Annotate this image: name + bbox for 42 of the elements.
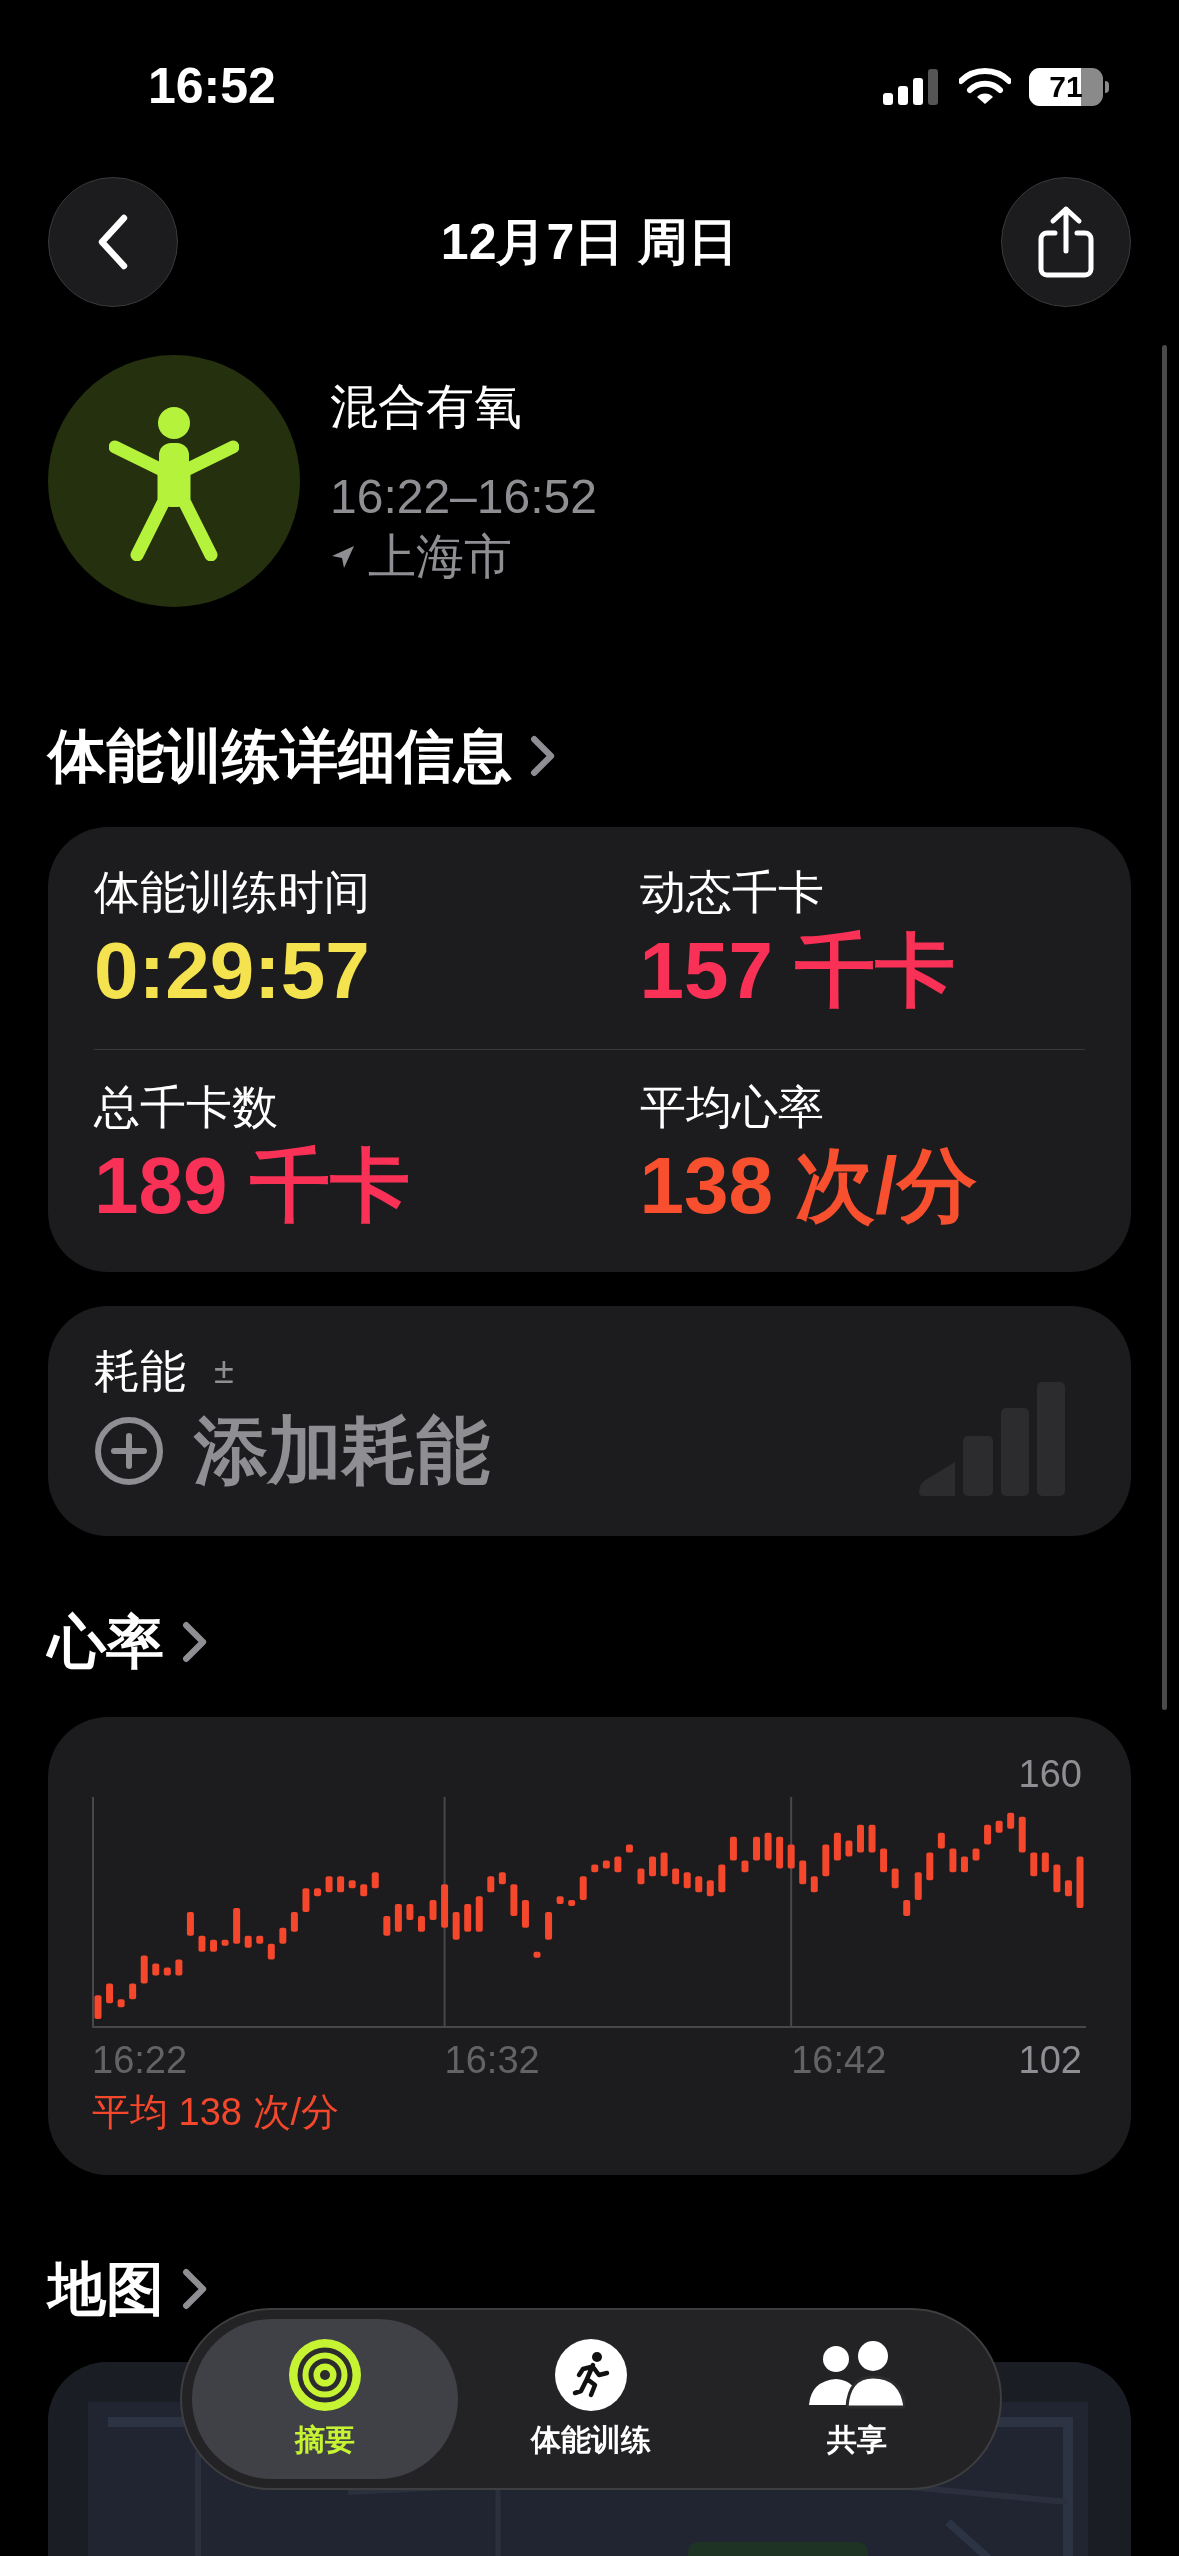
runner-icon [555,2339,627,2411]
status-time: 16:52 [148,57,276,116]
metric-value: 138 次/分 [639,1140,979,1232]
tab-item[interactable]: 共享 [724,2319,990,2479]
add-icon [94,1416,164,1486]
metric-label: 平均心率 [639,1080,825,1135]
share-icon [1037,205,1095,279]
metric-label: 总千卡数 [94,1080,279,1135]
add-energy-label: 添加耗能 [194,1408,490,1494]
tab-item[interactable]: 体能训练 [458,2319,724,2479]
back-icon [96,214,130,270]
chevron-right-icon [530,734,556,777]
wifi-icon [959,67,1011,106]
section-title[interactable]: 心率 [48,1598,164,1685]
battery-level: 71 [1048,71,1084,102]
chevron-right-icon [182,1620,208,1663]
metric-value: 0:29:57 [94,925,371,1017]
signal-icon [883,68,941,105]
y-axis-label: 160 [1018,1753,1082,1795]
energy-card[interactable]: 耗能 ± 添加耗能 [48,1306,1131,1536]
workout-name: 混合有氧 [330,379,523,435]
location-arrow-icon [330,544,356,570]
page-title: 12月7日 周日 [440,212,739,272]
metric-label: 体能训练时间 [94,865,371,920]
energy-hint: ± [214,1349,234,1393]
x-axis-label: 16:42 [791,2039,887,2081]
metric-value: 189 千卡 [94,1140,411,1232]
metric-value: 157 千卡 [639,925,957,1017]
tab-item[interactable]: 摘要 [192,2319,458,2479]
average-heart-rate: 平均 138 次/分 [92,2090,341,2135]
workout-location: 上海市 [368,529,512,585]
section-title[interactable]: 地图 [48,2245,164,2332]
y-axis-label: 102 [1018,2039,1082,2081]
rings-icon [289,2339,361,2411]
people-icon [809,2339,905,2411]
workout-time-range: 16:22–16:52 [330,469,597,525]
metric-label: 动态千卡 [639,865,825,920]
chevron-right-icon [182,2267,208,2310]
energy-label: 耗能 [94,1344,186,1399]
section-title[interactable]: 体能训练详细信息 [48,712,512,799]
x-axis-label: 16:32 [444,2039,540,2081]
x-axis-label: 16:22 [92,2039,188,2081]
